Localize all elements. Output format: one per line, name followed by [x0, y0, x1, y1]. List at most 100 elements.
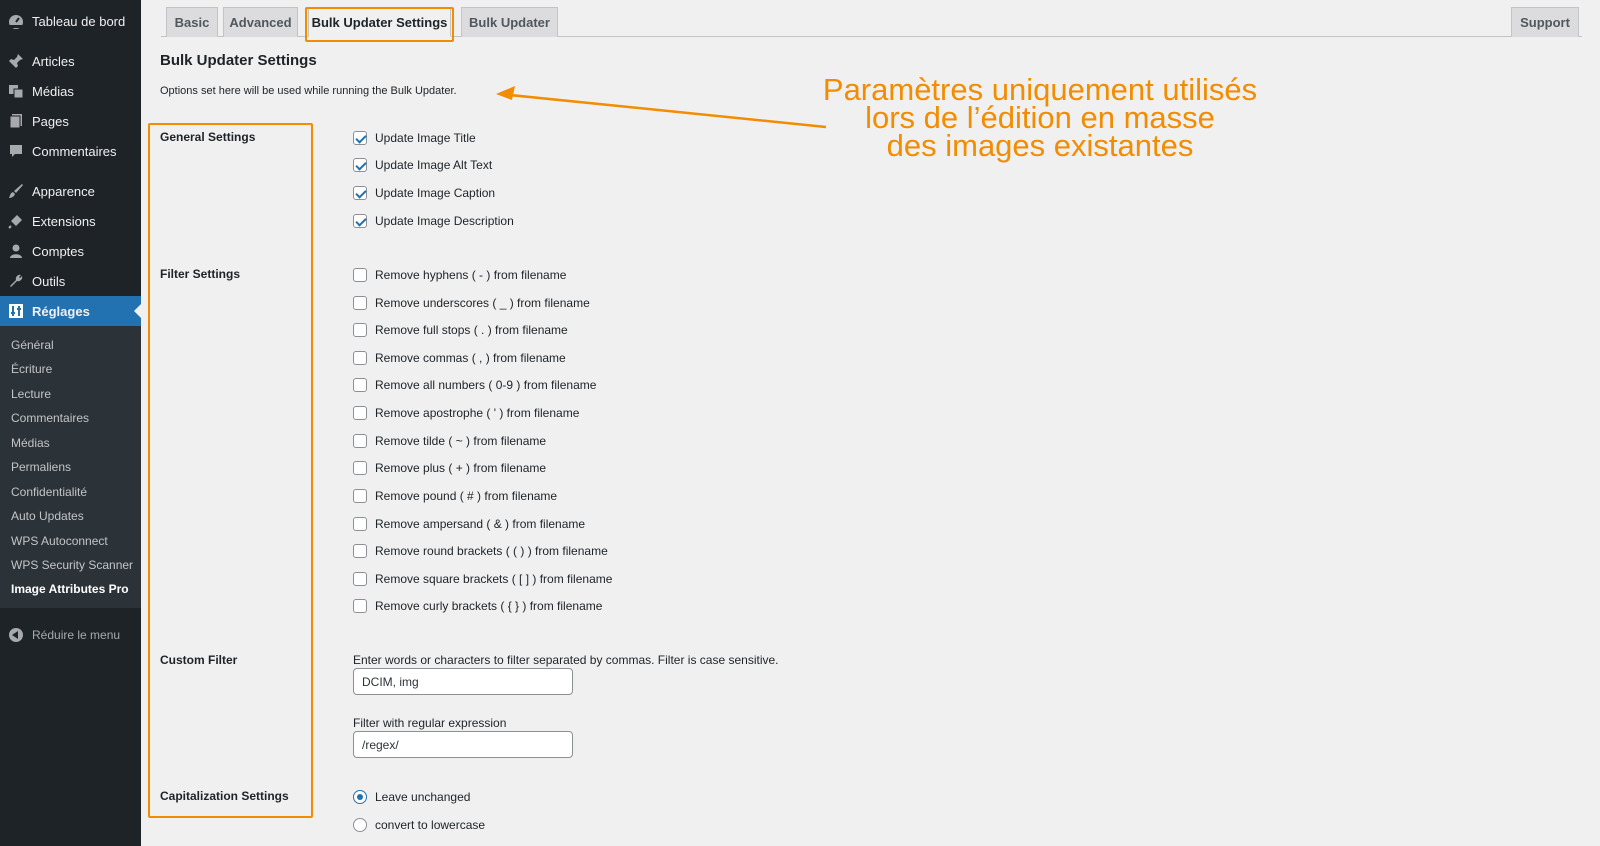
- collapse-menu-button[interactable]: Réduire le menu: [0, 625, 141, 645]
- option-label: convert to lowercase: [375, 818, 486, 832]
- menu-item-comments[interactable]: Commentaires: [0, 136, 141, 166]
- option-label: Update Image Title: [375, 131, 476, 145]
- checkbox[interactable]: [353, 378, 367, 392]
- checkbox[interactable]: [353, 268, 367, 282]
- menu-item-label: Tableau de bord: [32, 13, 126, 29]
- menu-item-dashboard[interactable]: Tableau de bord: [0, 6, 141, 36]
- option-label: Update Image Description: [375, 214, 514, 228]
- annotation-line: des images existantes: [886, 128, 1194, 163]
- menu-item-label: Pages: [32, 113, 69, 129]
- menu-item-pages[interactable]: Pages: [0, 106, 141, 136]
- checkbox[interactable]: [353, 351, 367, 365]
- submenu-item-image-attributes-pro[interactable]: Image Attributes Pro: [11, 582, 129, 596]
- submenu-item-auto-updates[interactable]: Auto Updates: [11, 509, 84, 523]
- tab-highlight-box: [305, 7, 454, 42]
- menu-item-articles[interactable]: Articles: [0, 46, 141, 76]
- radio-selected[interactable]: [353, 790, 367, 804]
- checkbox[interactable]: [353, 489, 367, 503]
- checkbox-checked[interactable]: [353, 131, 367, 145]
- menu-item-label: Comptes: [32, 243, 85, 259]
- regex-filter-label: Filter with regular expression: [353, 716, 507, 730]
- option-update-alt-text[interactable]: Update Image Alt Text: [353, 157, 492, 173]
- option-label: Remove full stops ( . ) from filename: [375, 323, 568, 337]
- page-icon: [8, 113, 24, 129]
- wrench-icon: [8, 273, 24, 289]
- collapse-icon: [9, 628, 23, 642]
- option-label: Update Image Caption: [375, 186, 496, 200]
- menu-item-accounts[interactable]: Comptes: [0, 236, 141, 266]
- dashboard-icon: [8, 13, 24, 29]
- radio[interactable]: [353, 818, 367, 832]
- checkbox[interactable]: [353, 599, 367, 613]
- checkbox[interactable]: [353, 572, 367, 586]
- checkbox[interactable]: [353, 544, 367, 558]
- menu-item-medias[interactable]: Médias: [0, 76, 141, 106]
- filter-option-tilde[interactable]: Remove tilde ( ~ ) from filename: [353, 433, 546, 449]
- checkbox[interactable]: [353, 434, 367, 448]
- menu-item-label: Extensions: [32, 213, 96, 229]
- option-update-description[interactable]: Update Image Description: [353, 213, 514, 229]
- checkbox[interactable]: [353, 406, 367, 420]
- page-title: Bulk Updater Settings: [160, 52, 317, 69]
- checkbox-checked[interactable]: [353, 158, 367, 172]
- section-label-filter: Filter Settings: [160, 267, 241, 281]
- filter-option-commas[interactable]: Remove commas ( , ) from filename: [353, 350, 566, 366]
- tab-bulk-updater[interactable]: Bulk Updater: [461, 7, 558, 37]
- filter-option-pound[interactable]: Remove pound ( # ) from filename: [353, 488, 557, 504]
- menu-item-extensions[interactable]: Extensions: [0, 206, 141, 236]
- submenu-item-wps-autoconnect[interactable]: WPS Autoconnect: [11, 534, 108, 548]
- tab-basic[interactable]: Basic: [166, 7, 218, 37]
- section-label-general: General Settings: [160, 130, 256, 144]
- filter-option-ampersand[interactable]: Remove ampersand ( & ) from filename: [353, 516, 585, 532]
- option-label: Remove ampersand ( & ) from filename: [375, 517, 586, 531]
- filter-option-hyphens[interactable]: Remove hyphens ( - ) from filename: [353, 267, 566, 283]
- capitalization-option-unchanged[interactable]: Leave unchanged: [353, 789, 470, 805]
- menu-item-label: Médias: [32, 83, 74, 99]
- checkbox[interactable]: [353, 296, 367, 310]
- active-indicator: [134, 304, 141, 318]
- filter-option-apostrophe[interactable]: Remove apostrophe ( ' ) from filename: [353, 405, 579, 421]
- submenu-item-media[interactable]: Médias: [11, 436, 50, 450]
- tab-advanced[interactable]: Advanced: [223, 7, 298, 37]
- option-label: Remove hyphens ( - ) from filename: [375, 268, 567, 282]
- section-label-capitalization: Capitalization Settings: [160, 789, 289, 803]
- custom-filter-input[interactable]: [353, 668, 573, 695]
- filter-option-full-stops[interactable]: Remove full stops ( . ) from filename: [353, 322, 568, 338]
- option-label: Remove pound ( # ) from filename: [375, 489, 558, 503]
- menu-item-tools[interactable]: Outils: [0, 266, 141, 296]
- regex-filter-input[interactable]: [353, 731, 573, 758]
- filter-option-round-brackets[interactable]: Remove round brackets ( ( ) ) from filen…: [353, 543, 608, 559]
- menu-item-label: Commentaires: [32, 143, 117, 159]
- comment-icon: [8, 143, 24, 159]
- menu-item-appearance[interactable]: Apparence: [0, 176, 141, 206]
- filter-option-numbers[interactable]: Remove all numbers ( 0-9 ) from filename: [353, 377, 596, 393]
- filter-option-underscores[interactable]: Remove underscores ( _ ) from filename: [353, 295, 590, 311]
- option-update-title[interactable]: Update Image Title: [353, 130, 476, 146]
- menu-item-settings[interactable]: Réglages: [0, 296, 141, 326]
- capitalization-option-lowercase[interactable]: convert to lowercase: [353, 817, 485, 833]
- submenu-item-comments[interactable]: Commentaires: [11, 411, 89, 425]
- filter-option-square-brackets[interactable]: Remove square brackets ( [ ] ) from file…: [353, 571, 612, 587]
- checkbox[interactable]: [353, 461, 367, 475]
- checkbox[interactable]: [353, 323, 367, 337]
- checkbox[interactable]: [353, 517, 367, 531]
- submenu-item-permalinks[interactable]: Permaliens: [11, 460, 71, 474]
- submenu-item-general[interactable]: Général: [11, 338, 54, 352]
- filter-option-plus[interactable]: Remove plus ( + ) from filename: [353, 460, 546, 476]
- option-label: Remove commas ( , ) from filename: [375, 351, 566, 365]
- option-label: Remove square brackets ( [ ] ) from file…: [375, 572, 613, 586]
- option-update-caption[interactable]: Update Image Caption: [353, 185, 495, 201]
- section-labels-highlight-box: [148, 123, 313, 818]
- checkbox-checked[interactable]: [353, 214, 367, 228]
- submenu-item-wps-security-scanner[interactable]: WPS Security Scanner: [11, 558, 133, 572]
- user-icon: [8, 243, 24, 259]
- submenu-item-writing[interactable]: Écriture: [11, 362, 52, 376]
- checkbox-checked[interactable]: [353, 186, 367, 200]
- tab-support[interactable]: Support: [1511, 7, 1579, 37]
- plugin-icon: [8, 213, 24, 229]
- submenu-item-reading[interactable]: Lecture: [11, 387, 51, 401]
- pin-icon: [8, 53, 24, 69]
- menu-item-label: Articles: [32, 53, 75, 69]
- submenu-item-privacy[interactable]: Confidentialité: [11, 485, 87, 499]
- filter-option-curly-brackets[interactable]: Remove curly brackets ( { } ) from filen…: [353, 598, 602, 614]
